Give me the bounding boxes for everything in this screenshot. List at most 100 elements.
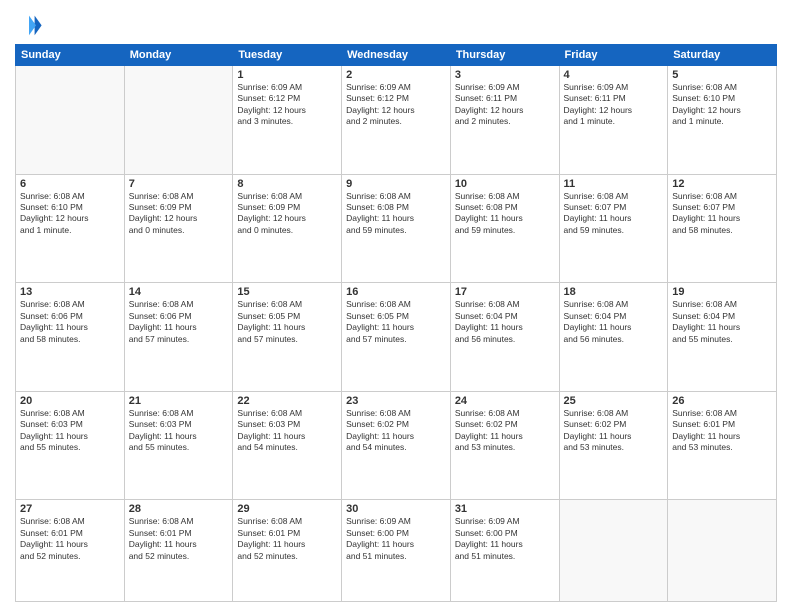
day-number: 28 [129, 503, 229, 515]
calendar-table: SundayMondayTuesdayWednesdayThursdayFrid… [15, 44, 777, 602]
day-detail: Sunrise: 6:09 AM Sunset: 6:12 PM Dayligh… [346, 82, 446, 128]
day-detail: Sunrise: 6:08 AM Sunset: 6:01 PM Dayligh… [20, 516, 120, 562]
calendar-cell: 28Sunrise: 6:08 AM Sunset: 6:01 PM Dayli… [124, 500, 233, 602]
day-detail: Sunrise: 6:08 AM Sunset: 6:07 PM Dayligh… [672, 191, 772, 237]
day-detail: Sunrise: 6:08 AM Sunset: 6:04 PM Dayligh… [455, 299, 555, 345]
calendar-week-row: 27Sunrise: 6:08 AM Sunset: 6:01 PM Dayli… [16, 500, 777, 602]
calendar-cell: 18Sunrise: 6:08 AM Sunset: 6:04 PM Dayli… [559, 283, 668, 392]
day-detail: Sunrise: 6:08 AM Sunset: 6:08 PM Dayligh… [346, 191, 446, 237]
day-detail: Sunrise: 6:08 AM Sunset: 6:09 PM Dayligh… [237, 191, 337, 237]
weekday-header-friday: Friday [559, 45, 668, 66]
day-detail: Sunrise: 6:08 AM Sunset: 6:09 PM Dayligh… [129, 191, 229, 237]
day-number: 14 [129, 286, 229, 298]
calendar-cell: 3Sunrise: 6:09 AM Sunset: 6:11 PM Daylig… [450, 66, 559, 175]
weekday-header-wednesday: Wednesday [342, 45, 451, 66]
calendar-cell: 9Sunrise: 6:08 AM Sunset: 6:08 PM Daylig… [342, 174, 451, 283]
day-number: 6 [20, 178, 120, 190]
calendar-cell: 19Sunrise: 6:08 AM Sunset: 6:04 PM Dayli… [668, 283, 777, 392]
weekday-header-thursday: Thursday [450, 45, 559, 66]
day-number: 22 [237, 395, 337, 407]
calendar-cell: 23Sunrise: 6:08 AM Sunset: 6:02 PM Dayli… [342, 391, 451, 500]
logo [15, 10, 47, 38]
day-number: 8 [237, 178, 337, 190]
calendar-cell: 26Sunrise: 6:08 AM Sunset: 6:01 PM Dayli… [668, 391, 777, 500]
day-number: 26 [672, 395, 772, 407]
day-detail: Sunrise: 6:08 AM Sunset: 6:03 PM Dayligh… [129, 408, 229, 454]
day-detail: Sunrise: 6:08 AM Sunset: 6:02 PM Dayligh… [455, 408, 555, 454]
page: SundayMondayTuesdayWednesdayThursdayFrid… [0, 0, 792, 612]
day-number: 3 [455, 69, 555, 81]
day-number: 21 [129, 395, 229, 407]
calendar-cell: 8Sunrise: 6:08 AM Sunset: 6:09 PM Daylig… [233, 174, 342, 283]
day-detail: Sunrise: 6:08 AM Sunset: 6:02 PM Dayligh… [346, 408, 446, 454]
day-detail: Sunrise: 6:08 AM Sunset: 6:03 PM Dayligh… [237, 408, 337, 454]
calendar-cell: 13Sunrise: 6:08 AM Sunset: 6:06 PM Dayli… [16, 283, 125, 392]
calendar-cell: 14Sunrise: 6:08 AM Sunset: 6:06 PM Dayli… [124, 283, 233, 392]
calendar-cell: 10Sunrise: 6:08 AM Sunset: 6:08 PM Dayli… [450, 174, 559, 283]
calendar-week-row: 13Sunrise: 6:08 AM Sunset: 6:06 PM Dayli… [16, 283, 777, 392]
day-detail: Sunrise: 6:08 AM Sunset: 6:06 PM Dayligh… [129, 299, 229, 345]
header [15, 10, 777, 38]
calendar-cell: 30Sunrise: 6:09 AM Sunset: 6:00 PM Dayli… [342, 500, 451, 602]
calendar-cell: 24Sunrise: 6:08 AM Sunset: 6:02 PM Dayli… [450, 391, 559, 500]
day-number: 12 [672, 178, 772, 190]
weekday-header-sunday: Sunday [16, 45, 125, 66]
calendar-cell: 31Sunrise: 6:09 AM Sunset: 6:00 PM Dayli… [450, 500, 559, 602]
day-detail: Sunrise: 6:09 AM Sunset: 6:12 PM Dayligh… [237, 82, 337, 128]
day-detail: Sunrise: 6:08 AM Sunset: 6:01 PM Dayligh… [672, 408, 772, 454]
day-detail: Sunrise: 6:08 AM Sunset: 6:02 PM Dayligh… [564, 408, 664, 454]
day-detail: Sunrise: 6:08 AM Sunset: 6:08 PM Dayligh… [455, 191, 555, 237]
calendar-cell [559, 500, 668, 602]
calendar-cell [16, 66, 125, 175]
day-number: 23 [346, 395, 446, 407]
calendar-cell: 2Sunrise: 6:09 AM Sunset: 6:12 PM Daylig… [342, 66, 451, 175]
day-detail: Sunrise: 6:08 AM Sunset: 6:05 PM Dayligh… [237, 299, 337, 345]
day-number: 13 [20, 286, 120, 298]
day-number: 25 [564, 395, 664, 407]
calendar-cell: 27Sunrise: 6:08 AM Sunset: 6:01 PM Dayli… [16, 500, 125, 602]
calendar-cell [124, 66, 233, 175]
calendar-cell: 4Sunrise: 6:09 AM Sunset: 6:11 PM Daylig… [559, 66, 668, 175]
day-detail: Sunrise: 6:08 AM Sunset: 6:01 PM Dayligh… [237, 516, 337, 562]
day-detail: Sunrise: 6:09 AM Sunset: 6:00 PM Dayligh… [455, 516, 555, 562]
day-detail: Sunrise: 6:08 AM Sunset: 6:04 PM Dayligh… [672, 299, 772, 345]
calendar-cell: 11Sunrise: 6:08 AM Sunset: 6:07 PM Dayli… [559, 174, 668, 283]
day-detail: Sunrise: 6:08 AM Sunset: 6:10 PM Dayligh… [672, 82, 772, 128]
calendar-cell: 22Sunrise: 6:08 AM Sunset: 6:03 PM Dayli… [233, 391, 342, 500]
calendar-cell: 15Sunrise: 6:08 AM Sunset: 6:05 PM Dayli… [233, 283, 342, 392]
day-number: 11 [564, 178, 664, 190]
calendar-cell: 12Sunrise: 6:08 AM Sunset: 6:07 PM Dayli… [668, 174, 777, 283]
day-number: 17 [455, 286, 555, 298]
day-number: 18 [564, 286, 664, 298]
day-number: 29 [237, 503, 337, 515]
day-detail: Sunrise: 6:09 AM Sunset: 6:00 PM Dayligh… [346, 516, 446, 562]
calendar-cell: 5Sunrise: 6:08 AM Sunset: 6:10 PM Daylig… [668, 66, 777, 175]
day-detail: Sunrise: 6:09 AM Sunset: 6:11 PM Dayligh… [455, 82, 555, 128]
calendar-week-row: 6Sunrise: 6:08 AM Sunset: 6:10 PM Daylig… [16, 174, 777, 283]
day-detail: Sunrise: 6:08 AM Sunset: 6:04 PM Dayligh… [564, 299, 664, 345]
calendar-cell: 16Sunrise: 6:08 AM Sunset: 6:05 PM Dayli… [342, 283, 451, 392]
day-detail: Sunrise: 6:08 AM Sunset: 6:10 PM Dayligh… [20, 191, 120, 237]
day-number: 16 [346, 286, 446, 298]
calendar-cell: 20Sunrise: 6:08 AM Sunset: 6:03 PM Dayli… [16, 391, 125, 500]
calendar-cell: 21Sunrise: 6:08 AM Sunset: 6:03 PM Dayli… [124, 391, 233, 500]
calendar-week-row: 1Sunrise: 6:09 AM Sunset: 6:12 PM Daylig… [16, 66, 777, 175]
calendar-cell: 25Sunrise: 6:08 AM Sunset: 6:02 PM Dayli… [559, 391, 668, 500]
day-number: 24 [455, 395, 555, 407]
day-detail: Sunrise: 6:08 AM Sunset: 6:06 PM Dayligh… [20, 299, 120, 345]
calendar-cell: 17Sunrise: 6:08 AM Sunset: 6:04 PM Dayli… [450, 283, 559, 392]
day-number: 1 [237, 69, 337, 81]
weekday-header-monday: Monday [124, 45, 233, 66]
day-number: 31 [455, 503, 555, 515]
day-number: 30 [346, 503, 446, 515]
day-number: 27 [20, 503, 120, 515]
day-number: 7 [129, 178, 229, 190]
day-number: 2 [346, 69, 446, 81]
calendar-cell: 1Sunrise: 6:09 AM Sunset: 6:12 PM Daylig… [233, 66, 342, 175]
day-number: 5 [672, 69, 772, 81]
calendar-cell: 6Sunrise: 6:08 AM Sunset: 6:10 PM Daylig… [16, 174, 125, 283]
day-detail: Sunrise: 6:09 AM Sunset: 6:11 PM Dayligh… [564, 82, 664, 128]
weekday-header-saturday: Saturday [668, 45, 777, 66]
day-detail: Sunrise: 6:08 AM Sunset: 6:05 PM Dayligh… [346, 299, 446, 345]
day-number: 9 [346, 178, 446, 190]
